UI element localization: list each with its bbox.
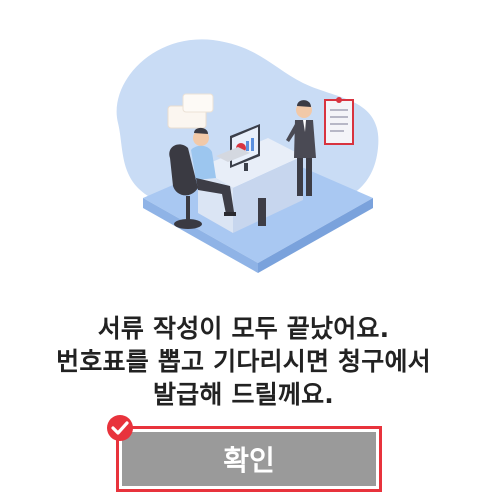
message-line-2: 번호표를 뽑고 기다리시면 청구에서 — [56, 347, 431, 376]
completion-message: 서류 작성이 모두 끝났어요. 번호표를 뽑고 기다리시면 청구에서 발급해 드… — [0, 312, 487, 411]
office-consultation-illustration — [116, 39, 379, 273]
checkmark-badge-icon — [107, 415, 133, 441]
confirm-button[interactable]: 확인 — [122, 432, 376, 486]
completion-screen: 서류 작성이 모두 끝났어요. 번호표를 뽑고 기다리시면 청구에서 발급해 드… — [0, 0, 487, 496]
message-line-1: 서류 작성이 모두 끝났어요. — [97, 314, 390, 343]
message-line-3: 발급해 드릴께요. — [152, 380, 334, 409]
wall-chart-board — [324, 97, 354, 145]
confirm-highlight-frame: 확인 — [116, 426, 382, 492]
